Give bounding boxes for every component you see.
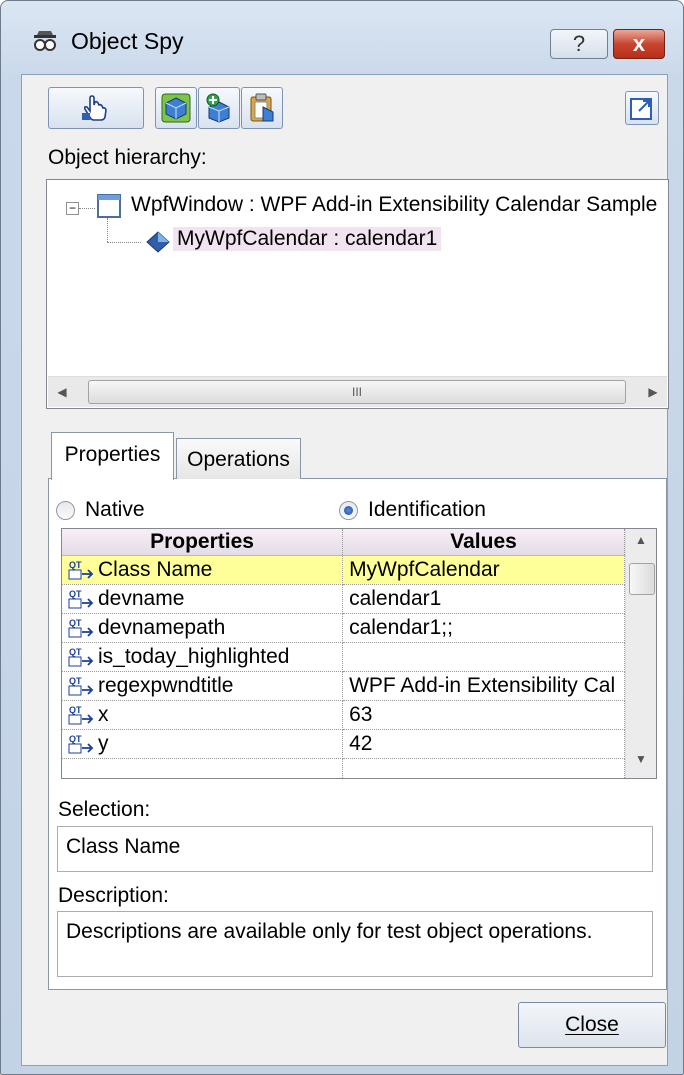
property-name: x [98,703,109,726]
stay-on-top-icon [629,95,655,126]
svg-text:QT: QT [69,734,82,744]
property-name: regexpwndtitle [98,674,234,697]
property-name-cell[interactable]: QT devname [62,584,344,614]
scroll-left-arrow-icon[interactable]: ◀ [48,377,76,407]
identification-property-icon: QT [68,646,94,668]
window-title: Object Spy [71,28,184,54]
close-window-button[interactable]: x [613,29,665,59]
table-row[interactable]: QT devnamepath calendar1;; [62,613,625,643]
pointing-hand-button[interactable] [48,87,144,129]
close-button[interactable]: Close [518,1002,666,1048]
object-spy-window: Object Spy ? x Object hierarchy: − WpfWi… [0,0,684,1075]
svg-text:QT: QT [69,618,82,628]
identification-property-icon: QT [68,704,94,726]
close-icon: x [632,31,646,56]
property-name-cell[interactable] [62,758,344,778]
wpf-object-icon [145,230,171,259]
svg-text:QT: QT [69,560,82,570]
tab-operations[interactable]: Operations [176,438,301,479]
table-row[interactable]: QT Class Name MyWpfCalendar [62,555,625,585]
property-value-cell[interactable]: calendar1 [342,584,625,614]
property-name: devnamepath [98,616,226,639]
hierarchy-scroll-thumb[interactable]: III [88,380,626,404]
add-object-button[interactable] [198,87,240,129]
selection-field[interactable]: Class Name [57,826,653,872]
property-name: devname [98,587,185,610]
tab-properties[interactable]: Properties [51,432,174,480]
property-name-cell[interactable]: QT regexpwndtitle [62,671,344,701]
table-row[interactable]: QT regexpwndtitle WPF Add-in Extensibility… [62,671,625,701]
property-value-cell[interactable]: 63 [342,700,625,730]
property-name-cell[interactable]: QT devnamepath [62,613,344,643]
native-radio[interactable] [56,501,75,520]
column-header-values[interactable]: Values [342,529,625,556]
table-row[interactable]: QT devname calendar1 [62,584,625,614]
svg-text:QT: QT [69,676,82,686]
hierarchy-horizontal-scrollbar[interactable]: ◀ III ▶ [48,376,667,407]
property-value-cell[interactable] [342,758,625,778]
tree-node-mywpfcalendar[interactable]: MyWpfCalendar : calendar1 [173,227,442,251]
property-name: Class Name [98,558,213,581]
table-row[interactable]: QT y 42 [62,729,625,759]
identification-property-icon: QT [68,617,94,639]
property-name: y [98,732,109,755]
tree-node-wpfwindow[interactable]: WpfWindow : WPF Add-in Extensibility Cal… [131,193,657,217]
properties-vertical-scrollbar[interactable]: ▲ ▼ [625,529,656,778]
property-value-cell[interactable]: 42 [342,729,625,759]
property-value-cell[interactable] [342,642,625,672]
table-row[interactable]: QT is_today_highlighted [62,642,625,672]
column-header-properties[interactable]: Properties [62,529,344,556]
property-value-cell[interactable]: calendar1;; [342,613,625,643]
copy-to-clipboard-button[interactable] [241,87,283,129]
property-name-cell[interactable]: QT is_today_highlighted [62,642,344,672]
description-field[interactable]: Descriptions are available only for test… [57,911,653,977]
property-value-cell[interactable]: WPF Add-in Extensibility Cal [342,671,625,701]
property-name: is_today_highlighted [98,645,290,668]
add-object-icon [204,93,234,128]
identification-property-icon: QT [68,733,94,755]
properties-scroll-thumb[interactable] [629,563,655,595]
svg-text:QT: QT [69,589,82,599]
property-name-cell[interactable]: QT y [62,729,344,759]
window-icon [97,194,121,223]
selection-label: Selection: [58,798,151,821]
grid-header-row: Properties Values [62,529,625,556]
properties-grid[interactable]: Properties Values QT Class Name MyWpfCalen… [61,528,657,779]
property-name-cell[interactable]: QT Class Name [62,555,344,585]
identification-property-icon: QT [68,675,94,697]
highlight-object-icon [161,93,191,128]
pointing-hand-icon [79,93,111,128]
object-hierarchy-label: Object hierarchy: [48,146,207,169]
identification-radio-label: Identification [368,498,486,521]
scroll-down-arrow-icon[interactable]: ▼ [626,752,656,772]
table-row[interactable]: QT x 63 [62,700,625,730]
stay-on-top-button[interactable] [625,91,659,125]
native-radio-label: Native [85,498,145,521]
tree-collapse-toggle[interactable]: − [66,202,79,215]
identification-radio[interactable] [339,501,358,520]
copy-to-clipboard-icon [247,93,277,128]
close-button-label: Close [565,1013,619,1036]
description-value: Descriptions are available only for test… [66,920,593,943]
help-button[interactable]: ? [550,29,608,59]
identification-property-icon: QT [68,559,94,581]
scroll-right-arrow-icon[interactable]: ▶ [639,377,667,407]
object-hierarchy-tree[interactable]: − WpfWindow : WPF Add-in Extensibility C… [46,179,669,409]
spy-icon [31,29,59,53]
title-bar[interactable]: Object Spy ? x [1,1,683,81]
property-value-cell[interactable]: MyWpfCalendar [342,555,625,585]
scroll-up-arrow-icon[interactable]: ▲ [626,533,656,553]
highlight-in-application-button[interactable] [155,87,197,129]
svg-text:QT: QT [69,705,82,715]
property-name-cell[interactable]: QT x [62,700,344,730]
svg-text:QT: QT [69,647,82,657]
identification-property-icon: QT [68,588,94,610]
description-label: Description: [58,884,169,907]
selection-value: Class Name [66,835,181,858]
table-row-empty[interactable] [62,758,625,778]
